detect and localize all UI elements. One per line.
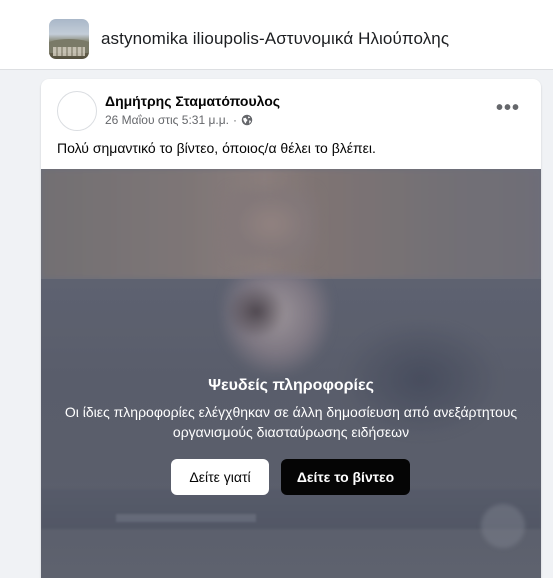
author-avatar[interactable] [57,91,97,131]
more-options-button[interactable]: ••• [493,95,523,121]
false-information-overlay: Ψευδείς πληροφορίες Οι ίδιες πληροφορίες… [41,169,541,578]
post-author-name[interactable]: Δημήτρης Σταματόπουλος [105,93,280,109]
thumbnail-town-shape [53,47,85,56]
see-video-button[interactable]: Δείτε το βίντεο [281,459,410,495]
blurred-video: Ψευδείς πληροφορίες Οι ίδιες πληροφορίες… [41,169,541,578]
see-why-button[interactable]: Δείτε γιατί [171,459,269,495]
group-header: astynomika ilioupolis-Αστυνομικά Ηλιούπο… [0,0,553,70]
globe-icon[interactable] [241,114,253,126]
post-timestamp[interactable]: 26 Μαΐου στις 5:31 μ.μ. [105,113,229,127]
warning-title: Ψευδείς πληροφορίες [208,377,374,394]
group-cover-thumbnail[interactable] [49,19,89,59]
group-name-link[interactable]: astynomika ilioupolis-Αστυνομικά Ηλιούπο… [101,29,449,49]
post-meta: 26 Μαΐου στις 5:31 μ.μ. · [105,112,253,128]
meta-separator: · [232,113,237,127]
warning-description: Οι ίδιες πληροφορίες ελέγχθηκαν σε άλλη … [64,404,518,440]
post-card: Δημήτρης Σταματόπουλος 26 Μαΐου στις 5:3… [41,79,541,578]
more-options-icon: ••• [495,97,520,119]
post-text: Πολύ σημαντικό το βίντεο, όποιος/α θέλει… [57,140,376,156]
